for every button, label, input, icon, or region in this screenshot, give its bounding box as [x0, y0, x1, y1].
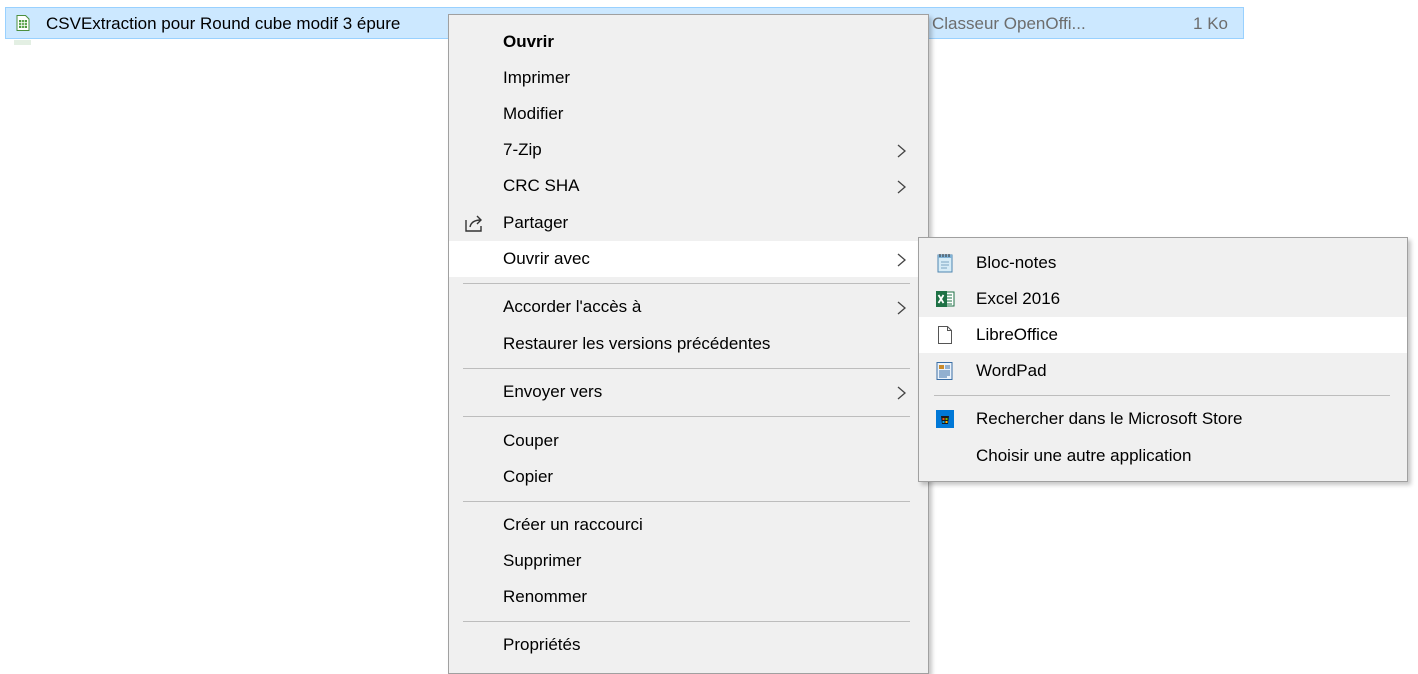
menu-item-imprimer[interactable]: Imprimer — [449, 60, 928, 96]
chevron-right-icon — [894, 143, 908, 158]
menu-item-label: Ouvrir — [503, 32, 555, 51]
menu-item-label: Modifier — [503, 104, 564, 123]
submenu-item-excel-2016[interactable]: Excel 2016 — [919, 281, 1407, 317]
wordpad-icon — [935, 361, 955, 381]
submenu-item-bloc-notes[interactable]: Bloc-notes — [919, 245, 1407, 281]
chevron-right-icon — [894, 179, 908, 194]
menu-item-ouvrir-avec[interactable]: Ouvrir avec — [449, 241, 928, 277]
submenu-separator — [934, 395, 1390, 396]
spreadsheet-file-icon — [15, 15, 31, 31]
menu-separator — [463, 368, 910, 369]
menu-separator — [463, 283, 910, 284]
menu-item-label: 7-Zip — [503, 140, 542, 159]
submenu-item-choisir-application[interactable]: Choisir une autre application — [919, 438, 1407, 474]
file-type: Classeur OpenOffi... — [932, 14, 1086, 33]
menu-item-couper[interactable]: Couper — [449, 423, 928, 459]
menu-item-label: Couper — [503, 431, 559, 450]
share-icon — [463, 211, 485, 233]
menu-item-label: Propriétés — [503, 635, 581, 654]
submenu-item-label: Bloc-notes — [976, 253, 1057, 272]
menu-item-label: Restaurer les versions précédentes — [503, 334, 771, 353]
menu-item-label: Renommer — [503, 587, 588, 606]
menu-item-partager[interactable]: Partager — [449, 205, 928, 241]
menu-item-modifier[interactable]: Modifier — [449, 96, 928, 132]
open-with-submenu: Bloc-notes Excel 2016 LibreOffice WordPa… — [918, 237, 1408, 482]
next-row-stub — [14, 40, 31, 45]
blank-document-icon — [935, 325, 955, 345]
context-menu: Ouvrir Imprimer Modifier 7-Zip CRC SHA P… — [448, 14, 929, 674]
submenu-item-label: Rechercher dans le Microsoft Store — [976, 409, 1243, 428]
menu-item-copier[interactable]: Copier — [449, 459, 928, 495]
menu-item-label: Imprimer — [503, 68, 571, 87]
menu-item-restaurer-versions[interactable]: Restaurer les versions précédentes — [449, 326, 928, 362]
menu-item-proprietes[interactable]: Propriétés — [449, 627, 928, 663]
menu-separator — [463, 416, 910, 417]
file-size: 1 Ko — [1193, 14, 1228, 33]
menu-separator — [463, 501, 910, 502]
menu-separator — [463, 621, 910, 622]
menu-item-7zip[interactable]: 7-Zip — [449, 132, 928, 168]
menu-item-accorder-acces[interactable]: Accorder l'accès à — [449, 289, 928, 325]
submenu-item-label: Excel 2016 — [976, 289, 1061, 308]
menu-item-renommer[interactable]: Renommer — [449, 579, 928, 615]
menu-item-label: Ouvrir avec — [503, 249, 590, 268]
menu-item-label: Supprimer — [503, 551, 582, 570]
menu-item-label: Envoyer vers — [503, 382, 603, 401]
chevron-right-icon — [894, 385, 908, 400]
submenu-item-label: LibreOffice — [976, 325, 1058, 344]
menu-item-label: Créer un raccourci — [503, 515, 643, 534]
submenu-item-libreoffice[interactable]: LibreOffice — [919, 317, 1407, 353]
menu-item-crc-sha[interactable]: CRC SHA — [449, 168, 928, 204]
menu-item-label: Partager — [503, 213, 569, 232]
submenu-item-wordpad[interactable]: WordPad — [919, 353, 1407, 389]
menu-item-label: Copier — [503, 467, 554, 486]
menu-item-label: CRC SHA — [503, 176, 580, 195]
submenu-item-microsoft-store[interactable]: Rechercher dans le Microsoft Store — [919, 401, 1407, 437]
menu-item-creer-raccourci[interactable]: Créer un raccourci — [449, 507, 928, 543]
file-name: CSVExtraction pour Round cube modif 3 ép… — [46, 14, 401, 33]
excel-icon — [935, 289, 955, 309]
menu-item-supprimer[interactable]: Supprimer — [449, 543, 928, 579]
microsoft-store-icon — [935, 409, 955, 429]
submenu-item-label: Choisir une autre application — [976, 446, 1192, 465]
chevron-right-icon — [894, 300, 908, 315]
chevron-right-icon — [894, 252, 908, 267]
menu-item-label: Accorder l'accès à — [503, 297, 642, 316]
menu-item-envoyer-vers[interactable]: Envoyer vers — [449, 374, 928, 410]
menu-item-ouvrir[interactable]: Ouvrir — [449, 24, 928, 60]
notepad-icon — [935, 253, 955, 273]
submenu-item-label: WordPad — [976, 361, 1047, 380]
